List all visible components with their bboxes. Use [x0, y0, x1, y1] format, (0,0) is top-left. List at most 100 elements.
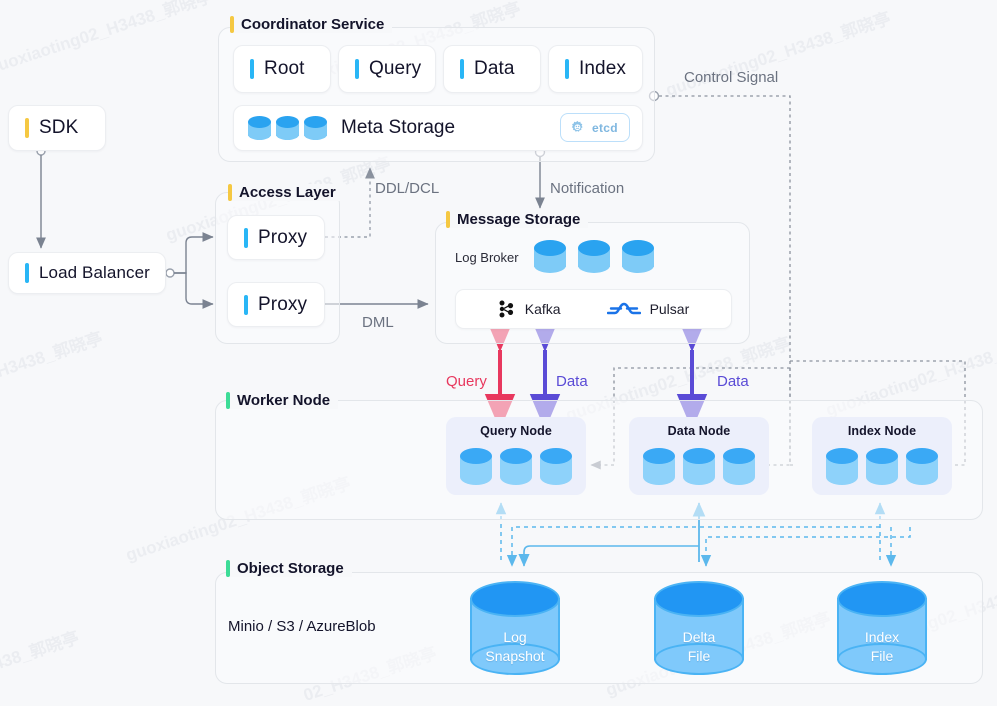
cylinder-cap [470, 581, 560, 617]
object-storage-cylinder-delta-file[interactable]: Delta File [654, 581, 744, 677]
load-balancer-label: Load Balancer [39, 263, 150, 282]
cylinder-icon [534, 240, 566, 273]
cylinder-icon [540, 448, 572, 485]
broker-name: Pulsar [649, 301, 690, 317]
coordinator-card-label: Query [369, 58, 422, 79]
index-node-label: Index Node [847, 424, 917, 438]
kafka-icon [498, 299, 516, 319]
meta-storage-cylinders [248, 116, 327, 140]
coordinator-card-label: Data [474, 58, 515, 79]
accent-bar-green [226, 560, 230, 577]
etcd-badge[interactable]: etcd [560, 113, 630, 142]
meta-storage-label: Meta Storage [341, 117, 456, 138]
coordinator-card-root[interactable]: Root [233, 45, 331, 93]
accent-bar-yellow [446, 211, 450, 228]
cylinder-icon [723, 448, 755, 485]
broker-kafka[interactable]: Kafka [498, 299, 561, 319]
broker-pulsar[interactable]: Pulsar [606, 299, 690, 319]
query-node-cylinders [446, 448, 586, 485]
index-node-cylinders [812, 448, 952, 485]
sdk-card[interactable]: SDK [8, 105, 106, 151]
edge-label-query: Query [446, 373, 487, 390]
accent-bar-blue [25, 263, 29, 283]
coordinator-title-text: Coordinator Service [241, 16, 385, 33]
object-storage-cylinder-index-file[interactable]: Index File [837, 581, 927, 677]
object-storage-cylinder-log-snapshot[interactable]: Log Snapshot [470, 581, 560, 677]
coordinator-card-label: Index [579, 58, 626, 79]
access-layer-title: Access Layer [228, 184, 344, 201]
coordinator-card-query[interactable]: Query [338, 45, 436, 93]
data-node-label: Data Node [667, 424, 731, 438]
cylinder-icon [248, 116, 271, 140]
cylinder-cap [837, 581, 927, 617]
data-node-cylinders [629, 448, 769, 485]
message-storage-title-text: Message Storage [457, 211, 581, 228]
watermark: guoxiaoting02_H3438_郭晓亭 [663, 9, 894, 100]
broker-bar: Kafka Pulsar [455, 289, 732, 329]
file-label-line2: Snapshot [485, 648, 545, 664]
object-storage-file-label: Delta File [654, 628, 744, 666]
broker-name: Kafka [524, 301, 561, 317]
accent-bar-blue [250, 59, 254, 79]
accent-bar-yellow [228, 184, 232, 201]
edge-label-dml: DML [362, 314, 394, 331]
accent-bar-blue [244, 227, 248, 248]
cylinder-icon [826, 448, 858, 485]
object-storage-providers: Minio / S3 / AzureBlob [228, 618, 376, 635]
proxy-card-1[interactable]: Proxy [227, 215, 325, 260]
proxy-label: Proxy [258, 226, 308, 248]
log-broker-cylinders [534, 240, 654, 273]
worker-node-title-text: Worker Node [237, 392, 331, 409]
edge-label-notification: Notification [550, 180, 625, 197]
accent-bar-blue [565, 59, 569, 79]
accent-bar-yellow [25, 118, 29, 138]
edge-label-ddl-dcl: DDL/DCL [375, 180, 440, 197]
etcd-label: etcd [592, 120, 618, 135]
accent-bar-blue [460, 59, 464, 79]
message-storage-title: Message Storage [446, 211, 589, 228]
proxy-card-2[interactable]: Proxy [227, 282, 325, 327]
object-storage-file-label: Index File [837, 628, 927, 666]
cylinder-icon [460, 448, 492, 485]
accent-bar-green [226, 392, 230, 409]
coordinator-card-label: Root [264, 58, 305, 79]
accent-bar-yellow [230, 16, 234, 33]
query-node-label: Query Node [480, 424, 552, 438]
pulsar-icon [606, 299, 641, 319]
worker-node-title: Worker Node [226, 392, 339, 409]
gear-icon [569, 119, 586, 136]
cylinder-icon [276, 116, 299, 140]
object-storage-file-label: Log Snapshot [470, 628, 560, 666]
cylinder-icon [643, 448, 675, 485]
object-storage-title: Object Storage [226, 560, 352, 577]
edge-label-control-signal: Control Signal [684, 69, 779, 86]
cylinder-icon [622, 240, 654, 273]
file-label-line2: File [687, 648, 711, 664]
cylinder-icon [304, 116, 327, 140]
object-storage-title-text: Object Storage [237, 560, 344, 577]
file-label-line1: Delta [682, 629, 716, 645]
sdk-label: SDK [39, 117, 79, 138]
coordinator-card-data[interactable]: Data [443, 45, 541, 93]
proxy-label: Proxy [258, 293, 308, 315]
cylinder-icon [906, 448, 938, 485]
watermark: 02_H3438_郭晓亭 [0, 328, 106, 390]
cylinder-icon [578, 240, 610, 273]
load-balancer-card[interactable]: Load Balancer [8, 252, 166, 294]
edge-label-data-right: Data [717, 373, 749, 390]
coordinator-service-title: Coordinator Service [230, 16, 393, 33]
coordinator-card-index[interactable]: Index [548, 45, 643, 93]
edge-label-data-left: Data [556, 373, 588, 390]
file-label-line1: Log [503, 629, 527, 645]
access-layer-title-text: Access Layer [239, 184, 336, 201]
watermark: guoxiaoting02_H3438_郭晓亭 [0, 0, 216, 78]
log-broker-label: Log Broker [455, 250, 519, 265]
file-label-line1: Index [864, 629, 900, 645]
cylinder-cap [654, 581, 744, 617]
architecture-diagram: guoxiaoting02_H3438_郭晓亭 02_H3438_郭晓亭 H34… [0, 0, 997, 705]
cylinder-icon [500, 448, 532, 485]
file-label-line2: File [870, 648, 894, 664]
accent-bar-blue [355, 59, 359, 79]
accent-bar-blue [244, 294, 248, 315]
cylinder-icon [683, 448, 715, 485]
